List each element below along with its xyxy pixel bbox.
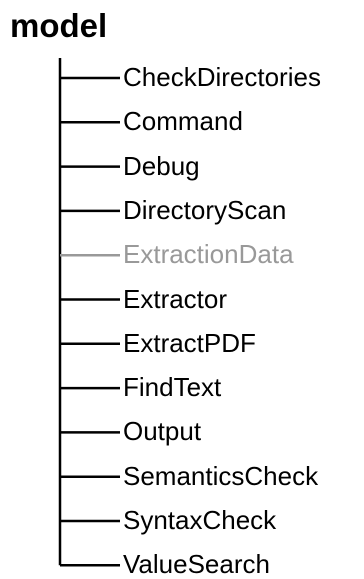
- tree-node-label: FindText: [123, 372, 222, 403]
- tree-node-label: ExtractionData: [123, 239, 294, 270]
- tree-node-label: Output: [123, 416, 202, 447]
- tree-node-label: CheckDirectories: [123, 62, 321, 92]
- tree-node-label: DirectoryScan: [123, 194, 287, 225]
- tree-node-label: Extractor: [123, 283, 228, 314]
- tree-node-label: SemanticsCheck: [123, 460, 319, 491]
- tree-node-label: Debug: [123, 150, 200, 181]
- tree-node-label: Command: [123, 106, 243, 137]
- tree-node-label: ExtractPDF: [123, 327, 256, 358]
- tree-node-label: ValueSearch: [123, 549, 270, 579]
- tree-node-label: SyntaxCheck: [123, 505, 277, 535]
